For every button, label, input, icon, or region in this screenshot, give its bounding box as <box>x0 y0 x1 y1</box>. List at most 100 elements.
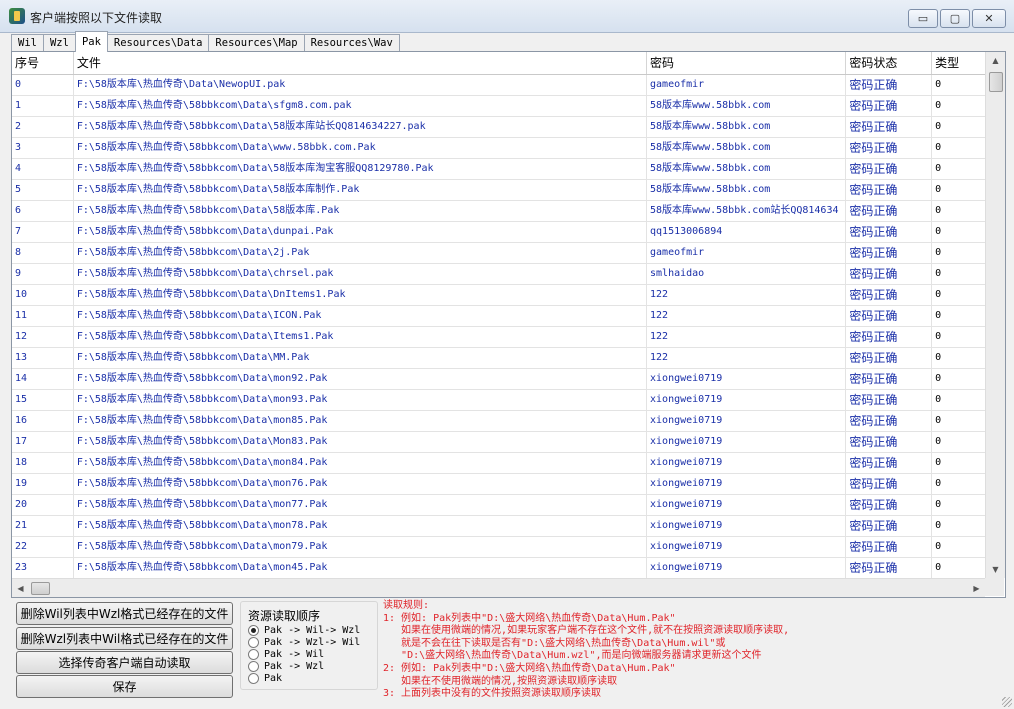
read-order-option[interactable]: Pak -> Wil-> Wzl <box>248 625 360 636</box>
tab-resources-map[interactable]: Resources\Map <box>208 34 305 52</box>
radio-button-icon[interactable] <box>248 649 259 660</box>
tab-resources-data[interactable]: Resources\Data <box>106 34 210 52</box>
read-order-option[interactable]: Pak <box>248 673 282 684</box>
cell-type: 0 <box>935 100 942 111</box>
cell-type: 0 <box>935 478 942 489</box>
file-table[interactable]: 序号 文件 密码 密码状态 类型 0 F:\58版本库\热血传奇\Data\New… <box>12 52 985 578</box>
radio-button-icon[interactable] <box>248 661 259 672</box>
col-header-index[interactable]: 序号 <box>12 52 74 74</box>
cell-file: F:\58版本库\热血传奇\58bbkcom\Data\2j.Pak <box>74 243 648 263</box>
auto-read-client-button[interactable]: 选择传奇客户端自动读取 <box>16 651 233 674</box>
read-order-option[interactable]: Pak -> Wzl <box>248 661 324 672</box>
scroll-down-icon[interactable]: ▼ <box>986 561 1005 578</box>
cell-password-status: 密码正确 <box>846 243 933 263</box>
table-row[interactable]: 5 F:\58版本库\热血传奇\58bbkcom\Data\58版本库制作.Pak… <box>12 180 985 201</box>
cell-file: F:\58版本库\热血传奇\58bbkcom\Data\58版本库站长QQ814… <box>74 117 648 137</box>
table-row[interactable]: 22 F:\58版本库\热血传奇\58bbkcom\Data\mon79.Pak x… <box>12 537 985 558</box>
vertical-scrollbar[interactable]: ▲ ▼ <box>985 52 1005 578</box>
cell-index: 12 <box>12 327 74 347</box>
cell-index: 23 <box>12 558 74 578</box>
maximize-button[interactable]: ▢ <box>940 9 970 28</box>
resize-grip-icon[interactable] <box>1002 697 1012 707</box>
table-row[interactable]: 19 F:\58版本库\热血传奇\58bbkcom\Data\mon76.Pak x… <box>12 474 985 495</box>
cell-password: xiongwei0719 <box>647 369 847 389</box>
tab-wzl[interactable]: Wzl <box>42 34 76 52</box>
cell-index: 20 <box>12 495 74 515</box>
read-order-option[interactable]: Pak -> Wil <box>248 649 324 660</box>
table-row[interactable]: 1 F:\58版本库\热血传奇\58bbkcom\Data\sfgm8.com.p… <box>12 96 985 117</box>
minimize-button[interactable]: ▭ <box>908 9 938 28</box>
cell-file: F:\58版本库\热血传奇\58bbkcom\Data\mon45.Pak <box>74 558 648 578</box>
col-header-file[interactable]: 文件 <box>74 52 648 74</box>
radio-button-icon[interactable] <box>248 673 259 684</box>
delete-wzl-duplicates-button[interactable]: 删除Wzl列表中Wil格式已经存在的文件 <box>16 627 233 650</box>
table-row[interactable]: 18 F:\58版本库\热血传奇\58bbkcom\Data\mon84.Pak x… <box>12 453 985 474</box>
cell-index: 8 <box>12 243 74 263</box>
pak-list-panel: 序号 文件 密码 密码状态 类型 0 F:\58版本库\热血传奇\Data\New… <box>11 51 1006 598</box>
table-row[interactable]: 13 F:\58版本库\热血传奇\58bbkcom\Data\MM.Pak 122 密… <box>12 348 985 369</box>
cell-index: 10 <box>12 285 74 305</box>
cell-password-status: 密码正确 <box>846 117 933 137</box>
table-row[interactable]: 7 F:\58版本库\热血传奇\58bbkcom\Data\dunpai.Pak q… <box>12 222 985 243</box>
cell-password-status: 密码正确 <box>846 558 933 578</box>
read-rule-line: 如果在不使用微端的情况,按照资源读取顺序读取 <box>383 675 618 687</box>
cell-file: F:\58版本库\热血传奇\58bbkcom\Data\mon84.Pak <box>74 453 648 473</box>
cell-type: 0 <box>935 163 942 174</box>
tab-resources-wav[interactable]: Resources\Wav <box>303 34 400 52</box>
col-header-type[interactable]: 类型 <box>932 52 985 74</box>
tab-pak[interactable]: Pak <box>74 31 108 52</box>
table-row[interactable]: 11 F:\58版本库\热血传奇\58bbkcom\Data\ICON.Pak 12… <box>12 306 985 327</box>
cell-index: 3 <box>12 138 74 158</box>
table-row[interactable]: 17 F:\58版本库\热血传奇\58bbkcom\Data\Mon83.Pak x… <box>12 432 985 453</box>
save-button[interactable]: 保存 <box>16 675 233 698</box>
vertical-scroll-thumb[interactable] <box>989 72 1003 92</box>
table-row[interactable]: 20 F:\58版本库\热血传奇\58bbkcom\Data\mon77.Pak x… <box>12 495 985 516</box>
col-header-password-status[interactable]: 密码状态 <box>846 52 933 74</box>
table-row[interactable]: 8 F:\58版本库\热血传奇\58bbkcom\Data\2j.Pak gameo… <box>12 243 985 264</box>
radio-button-icon[interactable] <box>248 625 259 636</box>
cell-password-status: 密码正确 <box>846 411 933 431</box>
cell-password-status: 密码正确 <box>846 159 933 179</box>
read-order-title: 资源读取顺序 <box>246 607 323 624</box>
cell-type: 0 <box>935 415 942 426</box>
scroll-left-icon[interactable]: ◀ <box>12 579 29 597</box>
cell-file: F:\58版本库\热血传奇\58bbkcom\Data\mon79.Pak <box>74 537 648 557</box>
cell-file: F:\58版本库\热血传奇\58bbkcom\Data\mon77.Pak <box>74 495 648 515</box>
cell-password: 58版本库www.58bbk.com <box>647 138 847 158</box>
col-header-password[interactable]: 密码 <box>647 52 847 74</box>
table-row[interactable]: 12 F:\58版本库\热血传奇\58bbkcom\Data\Items1.Pak… <box>12 327 985 348</box>
table-row[interactable]: 21 F:\58版本库\热血传奇\58bbkcom\Data\mon78.Pak x… <box>12 516 985 537</box>
table-row[interactable]: 4 F:\58版本库\热血传奇\58bbkcom\Data\58版本库淘宝客服QQ… <box>12 159 985 180</box>
table-row[interactable]: 6 F:\58版本库\热血传奇\58bbkcom\Data\58版本库.Pak 58… <box>12 201 985 222</box>
tab-wil[interactable]: Wil <box>11 34 44 52</box>
horizontal-scrollbar[interactable]: ◀ ▶ <box>12 578 985 597</box>
table-row[interactable]: 23 F:\58版本库\热血传奇\58bbkcom\Data\mon45.Pak x… <box>12 558 985 578</box>
table-row[interactable]: 0 F:\58版本库\热血传奇\Data\NewopUI.pak gameofmir… <box>12 75 985 96</box>
horizontal-scroll-thumb[interactable] <box>31 582 50 595</box>
close-button[interactable]: ✕ <box>972 9 1006 28</box>
table-row[interactable]: 10 F:\58版本库\热血传奇\58bbkcom\Data\DnItems1.P… <box>12 285 985 306</box>
table-row[interactable]: 2 F:\58版本库\热血传奇\58bbkcom\Data\58版本库站长QQ81… <box>12 117 985 138</box>
scroll-right-icon[interactable]: ▶ <box>968 579 985 597</box>
table-row[interactable]: 3 F:\58版本库\热血传奇\58bbkcom\Data\www.58bbk.c… <box>12 138 985 159</box>
cell-index: 15 <box>12 390 74 410</box>
cell-index: 14 <box>12 369 74 389</box>
cell-file: F:\58版本库\热血传奇\58bbkcom\Data\mon85.Pak <box>74 411 648 431</box>
table-row[interactable]: 9 F:\58版本库\热血传奇\58bbkcom\Data\chrsel.pak s… <box>12 264 985 285</box>
read-rule-line: 读取规则: <box>383 600 430 611</box>
title-bar: 客户端按照以下文件读取 ▭ ▢ ✕ <box>0 0 1014 33</box>
cell-password: 58版本库www.58bbk.com <box>647 96 847 116</box>
table-row[interactable]: 14 F:\58版本库\热血传奇\58bbkcom\Data\mon92.Pak x… <box>12 369 985 390</box>
cell-password-status: 密码正确 <box>846 264 933 284</box>
cell-password: smlhaidao <box>647 264 847 284</box>
cell-index: 9 <box>12 264 74 284</box>
cell-file: F:\58版本库\热血传奇\58bbkcom\Data\dunpai.Pak <box>74 222 648 242</box>
scroll-up-icon[interactable]: ▲ <box>986 52 1005 69</box>
read-order-option[interactable]: Pak -> Wzl-> Wil <box>248 637 360 648</box>
table-row[interactable]: 16 F:\58版本库\热血传奇\58bbkcom\Data\mon85.Pak x… <box>12 411 985 432</box>
delete-wil-duplicates-button[interactable]: 删除Wil列表中Wzl格式已经存在的文件 <box>16 602 233 625</box>
table-row[interactable]: 15 F:\58版本库\热血传奇\58bbkcom\Data\mon93.Pak x… <box>12 390 985 411</box>
cell-index: 21 <box>12 516 74 536</box>
radio-button-icon[interactable] <box>248 637 259 648</box>
cell-password-status: 密码正确 <box>846 369 933 389</box>
